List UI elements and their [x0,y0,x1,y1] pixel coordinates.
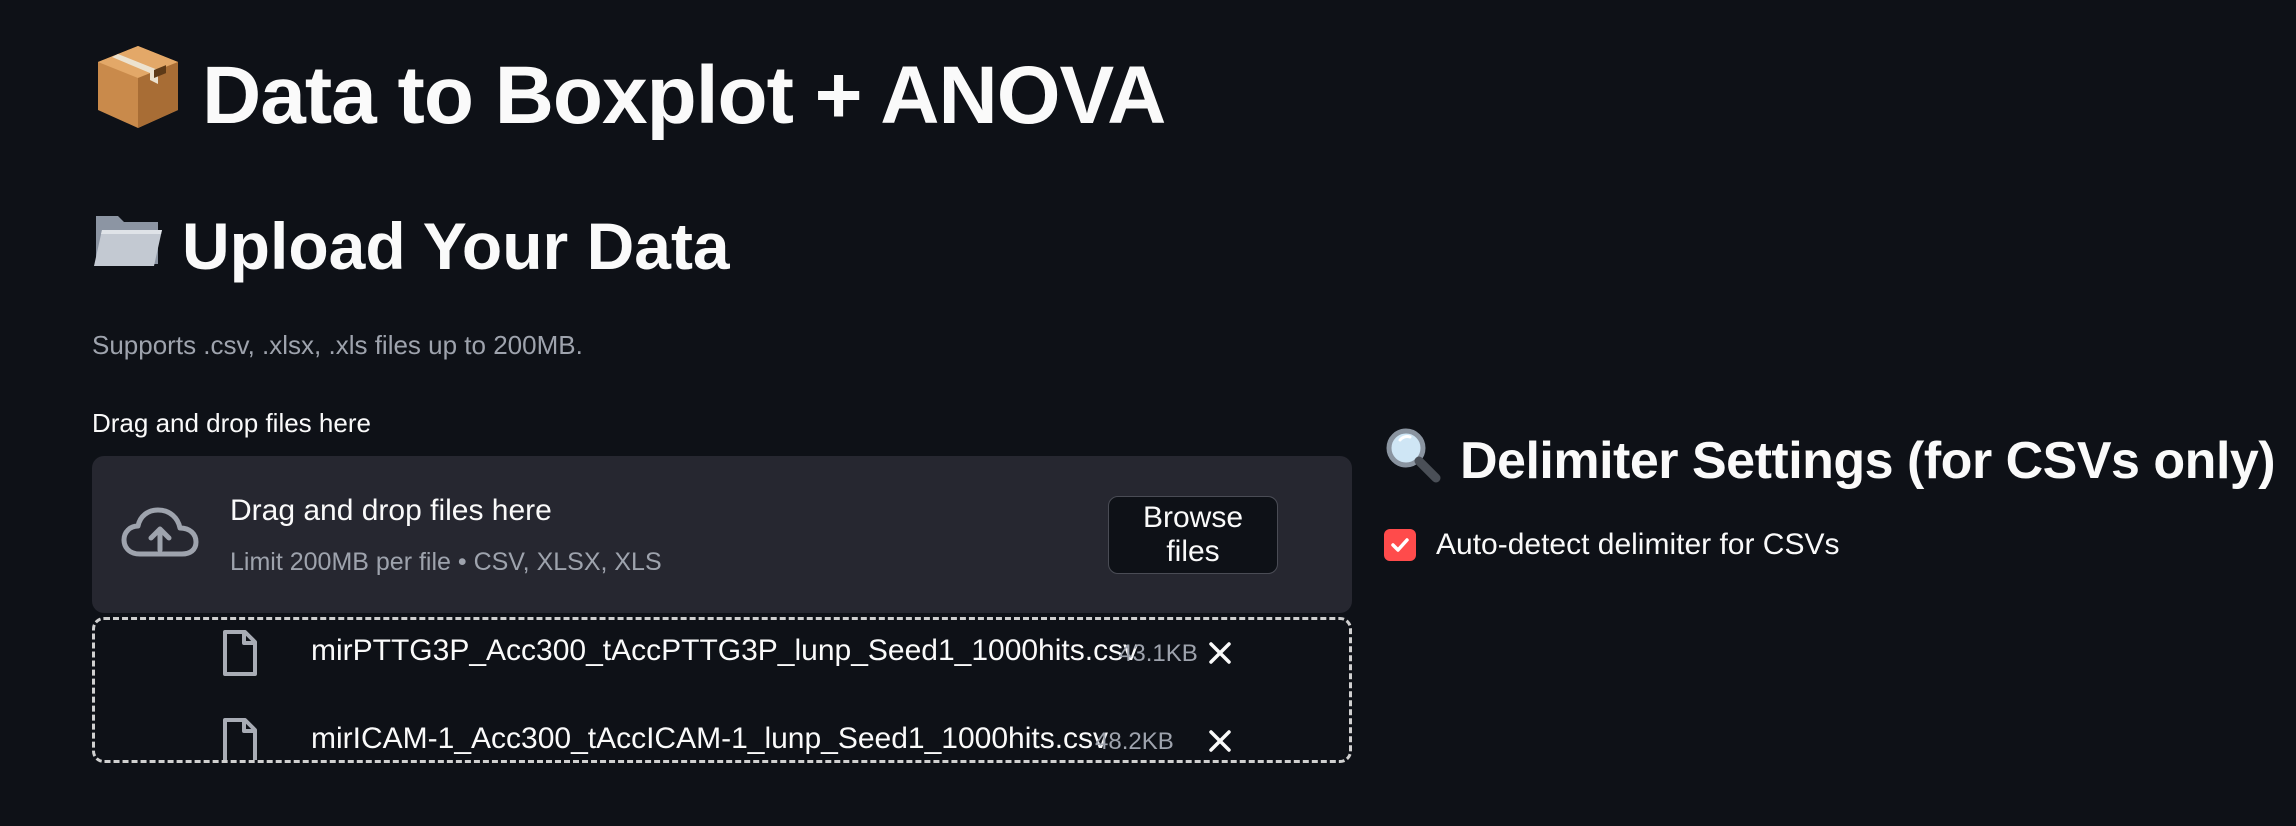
file-name: mirICAM-1_Acc300_tAccICAM-1_lunp_Seed1_1… [311,722,1109,755]
dropzone-limit-text: Limit 200MB per file • CSV, XLSX, XLS [230,548,662,576]
uploaded-file-item: mirICAM-1_Acc300_tAccICAM-1_lunp_Seed1_1… [95,716,1349,760]
file-icon [221,628,259,678]
file-name: mirPTTG3P_Acc300_tAccPTTG3P_lunp_Seed1_1… [311,634,1139,667]
uploaded-file-item: mirPTTG3P_Acc300_tAccPTTG3P_lunp_Seed1_1… [95,628,1349,688]
checkbox-checked-icon[interactable] [1384,529,1416,561]
upload-caption: Supports .csv, .xlsx, .xls files up to 2… [92,330,583,360]
file-size: 48.2KB [1095,728,1174,755]
upload-heading: Upload Your Data [182,208,730,283]
file-icon [221,716,259,760]
page-title: Data to Boxplot + ANOVA [202,50,1166,141]
remove-file-icon[interactable] [1203,724,1237,758]
magnifier-icon [1382,424,1442,497]
auto-detect-delimiter-checkbox[interactable]: Auto-detect delimiter for CSVs [1384,528,1840,562]
delimiter-heading: Delimiter Settings (for CSVs only) [1460,431,2276,490]
package-icon [92,40,184,152]
delimiter-heading-row: Delimiter Settings (for CSVs only) [1382,424,2276,497]
cloud-upload-icon [120,504,200,564]
folder-icon [92,206,164,285]
page-title-row: Data to Boxplot + ANOVA [92,40,1166,152]
file-size: 43.1KB [1119,640,1198,667]
auto-detect-delimiter-label: Auto-detect delimiter for CSVs [1436,528,1840,561]
upload-heading-row: Upload Your Data [92,206,730,285]
uploaded-files-list[interactable]: mirPTTG3P_Acc300_tAccPTTG3P_lunp_Seed1_1… [92,617,1352,763]
browse-files-button[interactable]: Browse files [1108,496,1278,574]
file-dropzone[interactable]: Drag and drop files here Limit 200MB per… [92,456,1352,613]
dropzone-instructions: Drag and drop files here [230,494,552,527]
remove-file-icon[interactable] [1203,636,1237,670]
file-uploader-label: Drag and drop files here [92,408,371,438]
